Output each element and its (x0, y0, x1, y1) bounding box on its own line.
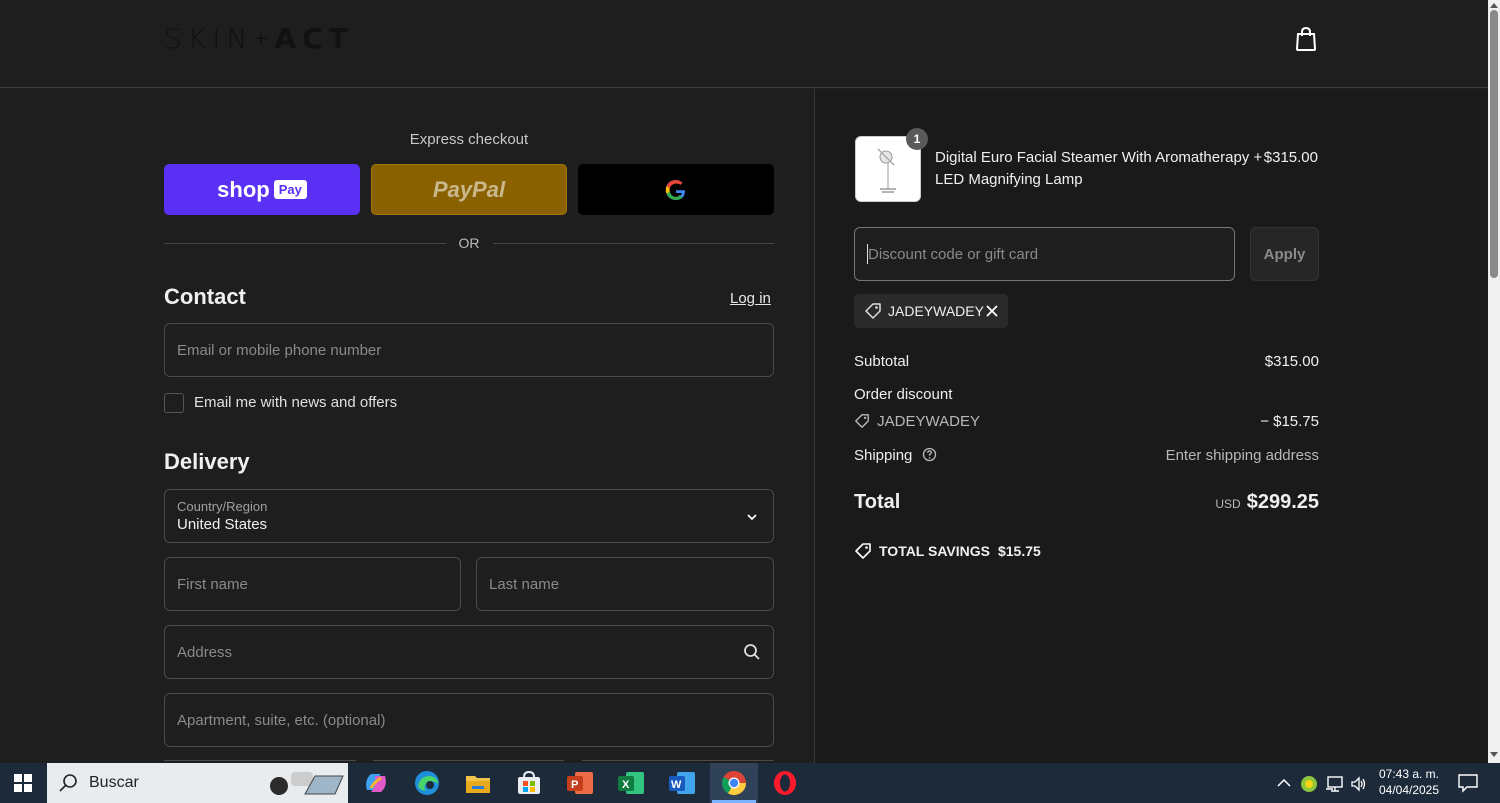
windows-start-icon (14, 774, 32, 792)
product-name: Digital Euro Facial Steamer With Aromath… (935, 149, 1263, 188)
first-name-field[interactable]: First name (164, 557, 461, 611)
windows-taskbar: Buscar P X W 07:43 a. m. 04/04/2025 (0, 763, 1500, 803)
volume-icon[interactable] (1350, 775, 1368, 793)
google-g-icon (665, 179, 685, 200)
checkout-form: Express checkout shop Pay PayPal OR Conta… (0, 89, 814, 763)
country-select[interactable]: Country/Region United States (164, 489, 774, 543)
tray-app-icon[interactable] (1300, 775, 1318, 793)
shopping-bag-icon[interactable] (1294, 26, 1318, 52)
taskbar-search[interactable]: Buscar (47, 763, 348, 803)
apply-discount-button[interactable]: Apply (1250, 227, 1319, 281)
question-circle-icon[interactable] (922, 447, 937, 462)
order-summary: 1 Digital Euro Facial Steamer With Aroma… (814, 89, 1488, 763)
search-highlight-icon (270, 772, 344, 795)
chevron-up-icon[interactable] (1276, 776, 1292, 790)
checkout-page: SKIN+ACT Express checkout shop Pay PayPal (0, 0, 1488, 763)
opera-icon[interactable] (770, 768, 800, 798)
email-field[interactable]: Email or mobile phone number (164, 323, 774, 377)
close-icon[interactable] (986, 305, 998, 317)
order-discount-row: Order discount (854, 386, 953, 403)
newsletter-checkbox[interactable] (164, 393, 184, 413)
discount-code-input[interactable]: Discount code or gift card (854, 227, 1235, 281)
copilot-icon[interactable] (361, 768, 391, 798)
delivery-heading: Delivery (164, 449, 250, 474)
header: SKIN+ACT (0, 0, 1488, 88)
excel-icon[interactable]: X (616, 768, 646, 798)
scroll-down-icon[interactable] (1490, 752, 1498, 758)
file-explorer-icon[interactable] (463, 768, 493, 798)
google-pay-button[interactable] (578, 164, 774, 215)
paypal-button[interactable]: PayPal (371, 164, 567, 215)
svg-text:X: X (622, 779, 630, 791)
word-icon[interactable]: W (667, 768, 697, 798)
total-row: Total USD $299.25 (854, 491, 1319, 513)
contact-heading: Contact (164, 284, 246, 309)
search-icon (744, 644, 760, 660)
scrollbar-thumb[interactable] (1490, 10, 1498, 278)
powerpoint-icon[interactable]: P (565, 768, 595, 798)
notification-icon[interactable] (1457, 773, 1479, 793)
total-savings: TOTAL SAVINGS $15.75 (854, 542, 1041, 560)
tag-icon (855, 543, 871, 559)
brand-logo[interactable]: SKIN+ACT (164, 22, 354, 55)
search-icon (59, 774, 77, 792)
subtotal-row: Subtotal $315.00 (854, 353, 1319, 370)
tag-icon (865, 303, 881, 319)
page-scrollbar[interactable] (1488, 0, 1500, 763)
apartment-field[interactable]: Apartment, suite, etc. (optional) (164, 693, 774, 747)
shipping-row: Shipping Enter shipping address (854, 447, 1319, 464)
address-field[interactable]: Address (164, 625, 774, 679)
store-icon[interactable] (514, 768, 544, 798)
taskbar-clock[interactable]: 07:43 a. m. 04/04/2025 (1374, 766, 1444, 798)
discount-code-row: JADEYWADEY − $15.75 (854, 413, 1319, 430)
edge-icon[interactable] (412, 768, 442, 798)
network-icon[interactable] (1325, 775, 1345, 793)
svg-text:W: W (671, 779, 682, 791)
express-checkout-label: Express checkout (409, 131, 529, 148)
quantity-badge: 1 (906, 128, 928, 150)
applied-discount-chip: JADEYWADEY (854, 294, 1008, 328)
shop-pay-button[interactable]: shop Pay (164, 164, 360, 215)
last-name-field[interactable]: Last name (476, 557, 774, 611)
chrome-icon[interactable] (719, 768, 749, 798)
product-price: $315.00 (1263, 149, 1318, 166)
svg-text:P: P (571, 779, 578, 791)
chevron-down-icon (747, 514, 757, 521)
or-divider: OR (164, 235, 774, 251)
start-button[interactable] (0, 763, 46, 803)
scroll-up-icon[interactable] (1490, 2, 1498, 8)
login-link[interactable]: Log in (730, 290, 771, 307)
newsletter-label: Email me with news and offers (194, 394, 398, 411)
tag-icon (855, 414, 869, 428)
